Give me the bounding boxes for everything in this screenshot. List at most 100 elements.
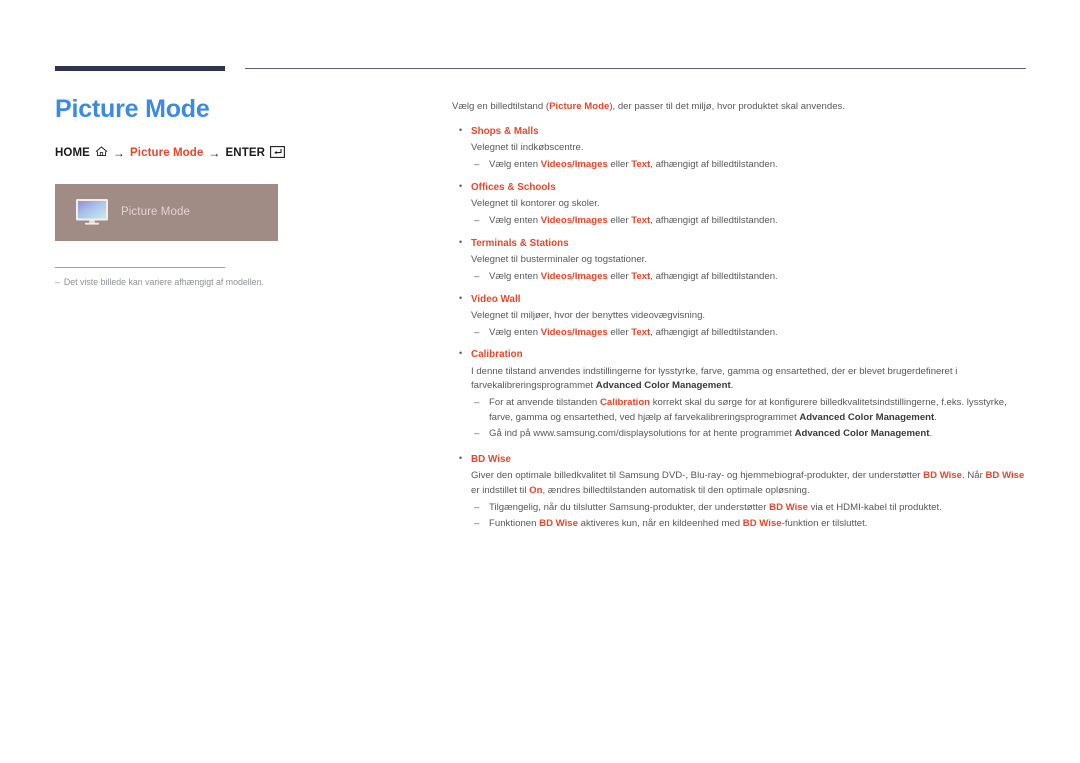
right-column: Vælg en billedtilstand (Picture Mode), d… [452,100,1030,534]
bullet-marker: • [459,292,463,303]
sub-note: Vælg enten Videos/Images eller Text, afh… [489,158,1030,173]
section-video-wall: • Video Wall Velegnet til miljøer, hvor … [452,292,1030,342]
note-dash: – [55,276,60,287]
sub-term-text: Text [631,270,651,282]
bdwise-desc-p2: . Når [962,470,986,482]
dash-marker: – [474,397,480,409]
sub-pre: Vælg enten [489,214,541,226]
sub-note: Vælg enten Videos/Images eller Text, afh… [489,270,1030,285]
sub-term-text: Text [631,214,651,226]
section-title: Shops & Malls [471,125,539,137]
intro-paragraph: Vælg en billedtilstand (Picture Mode), d… [452,100,1030,115]
note-divider [55,266,225,268]
calibration-sub1-post: . [934,412,937,424]
bdwise-sub2-mid: aktiveres kun, når en kildeenhed med [577,517,743,529]
section-offices-schools: • Offices & Schools Velegnet til kontore… [452,180,1030,230]
bdwise-term-on: On [529,484,543,496]
intro-term: Picture Mode [549,101,610,112]
calibration-desc-bold: Advanced Color Management [595,380,731,392]
bdwise-sub2-term-1: BD Wise [539,517,578,529]
section-description: Velegnet til indkøbscentre. [471,142,584,154]
sub-note: Gå ind på www.samsung.com/displaysolutio… [489,427,1030,442]
bdwise-desc-p4: , ændres billedtilstanden automatisk til… [542,484,810,496]
bdwise-desc-p3: er indstillet til [471,484,530,496]
nav-enter-label: ENTER [225,147,266,159]
section-calibration: • Calibration I denne tilstand anvendes … [452,347,1030,442]
osd-screenshot-placeholder: Picture Mode [55,183,278,241]
bdwise-sub1-term: BD Wise [769,501,808,513]
dash-marker: – [474,214,480,226]
header-accent-bar [55,66,225,71]
bdwise-sub2-term-2: BD Wise [742,517,782,529]
nav-arrow-2: → [208,146,221,160]
page-header-rules [0,0,1080,80]
bdwise-term-2: BD Wise [985,470,1025,482]
bullet-marker: • [459,124,463,135]
dash-marker: – [474,270,480,282]
section-title: Offices & Schools [471,181,556,193]
calibration-desc-post: . [730,380,734,392]
sub-term-videos-images: Videos/Images [540,158,608,170]
header-thin-rule [245,68,1026,69]
intro-pre: Vælg en billedtilstand ( [452,101,550,112]
sub-pre: Vælg enten [489,326,541,338]
bullet-marker: • [459,236,463,247]
sub-post: , afhængigt af billedtilstanden. [650,270,778,282]
enter-key-icon [270,145,285,161]
section-title: Terminals & Stations [471,237,569,249]
sub-note: Vælg enten Videos/Images eller Text, afh… [489,214,1030,229]
bullet-marker: • [459,348,463,359]
sub-note: Tilgængelig, når du tilslutter Samsung-p… [489,501,1030,516]
bullet-marker: • [459,452,463,463]
sub-term-videos-images: Videos/Images [540,270,608,282]
menu-path-breadcrumb: HOME → Picture Mode → ENTER [55,145,435,161]
dash-marker: – [474,428,480,440]
sub-pre: Vælg enten [489,158,541,170]
sub-note: Vælg enten Videos/Images eller Text, afh… [489,326,1030,341]
calibration-sub1-bold: Advanced Color Management [799,412,935,424]
calibration-sub2-post: . [929,428,933,440]
sub-term-text: Text [631,158,651,170]
sub-term-videos-images: Videos/Images [540,214,608,226]
monitor-icon [75,198,109,226]
sub-term-text: Text [631,326,651,338]
section-shops-malls: • Shops & Malls Velegnet til indkøbscent… [452,124,1030,174]
section-title: BD Wise [471,453,512,465]
bdwise-term-1: BD Wise [923,470,963,482]
calibration-sub1-pre: For at anvende tilstanden [489,397,600,409]
figure-note: – Det viste billede kan variere afhængig… [55,266,278,288]
sub-mid: eller [607,270,632,282]
page-title: Picture Mode [55,95,210,123]
section-description: Giver den optimale billedkvalitet til Sa… [471,469,1030,499]
nav-home-label: HOME [55,147,90,159]
sub-post: , afhængigt af billedtilstanden. [650,158,778,170]
calibration-sub2-pre: Gå ind på www.samsung.com/displaysolutio… [489,428,795,440]
sub-note: For at anvende tilstanden Calibration ko… [489,396,1030,426]
nav-target-label: Picture Mode [130,147,204,159]
section-description: Velegnet til kontorer og skoler. [471,197,600,209]
home-icon [95,146,108,160]
dash-marker: – [474,517,480,529]
dash-marker: – [474,326,480,338]
section-terminals-stations: • Terminals & Stations Velegnet til bust… [452,236,1030,286]
section-description: I denne tilstand anvendes indstillingern… [471,365,1030,395]
dash-marker: – [474,158,480,170]
sub-mid: eller [607,326,632,338]
calibration-sub1-term: Calibration [599,397,651,409]
sub-mid: eller [607,214,632,226]
dash-marker: – [474,501,480,513]
note-text: Det viste billede kan variere afhængigt … [63,276,264,287]
sub-post: , afhængigt af billedtilstanden. [650,326,778,338]
section-title: Video Wall [471,293,521,305]
bullet-marker: • [459,180,463,191]
osd-placeholder-label: Picture Mode [121,206,190,218]
sub-pre: Vælg enten [489,270,541,282]
section-description: Velegnet til miljøer, hvor der benyttes … [471,309,706,321]
section-description: Velegnet til busterminaler og togstation… [471,253,647,265]
left-column: Picture Mode HOME → Picture Mode → ENTER [55,95,435,288]
bdwise-sub2-pre: Funktionen [489,517,540,529]
sub-note: Funktionen BD Wise aktiveres kun, når en… [489,517,1030,532]
section-title: Calibration [471,349,523,361]
bdwise-sub1-pre: Tilgængelig, når du tilslutter Samsung-p… [489,501,770,513]
bdwise-sub2-post: -funktion er tilsluttet. [781,517,868,529]
